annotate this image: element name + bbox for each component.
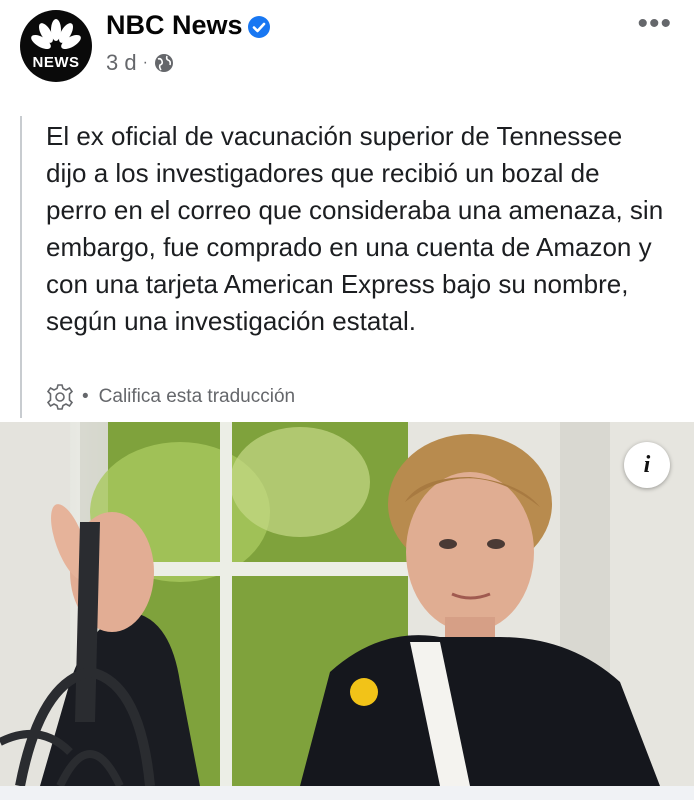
info-icon[interactable]: i	[624, 442, 670, 488]
rate-translation-link[interactable]: Califica esta traducción	[99, 386, 295, 408]
post-divider	[0, 786, 694, 800]
person-face	[406, 472, 534, 632]
translation-separator: •	[82, 386, 89, 407]
more-options-icon[interactable]: •••	[637, 9, 672, 39]
post-text: El ex oficial de vacunación superior de …	[46, 121, 664, 336]
peacock-logo-icon	[31, 19, 81, 49]
button-pin	[350, 678, 378, 706]
verified-badge-icon	[248, 16, 270, 38]
gear-icon[interactable]	[46, 383, 74, 411]
page-name-link[interactable]: NBC News	[106, 10, 243, 41]
post-photo[interactable]	[0, 422, 694, 786]
globe-icon[interactable]	[154, 53, 174, 73]
translation-quote-bar	[20, 116, 22, 418]
post-header: NEWS NBC News 3 d · •••	[0, 0, 694, 100]
post-timestamp[interactable]: 3 d	[106, 50, 137, 76]
nbc-news-avatar[interactable]: NEWS	[20, 10, 92, 82]
avatar-label: NEWS	[32, 54, 80, 71]
meta-separator: ·	[142, 54, 148, 71]
post-meta: 3 d ·	[106, 50, 174, 76]
translation-rating[interactable]: • Califica esta traducción	[46, 380, 295, 414]
